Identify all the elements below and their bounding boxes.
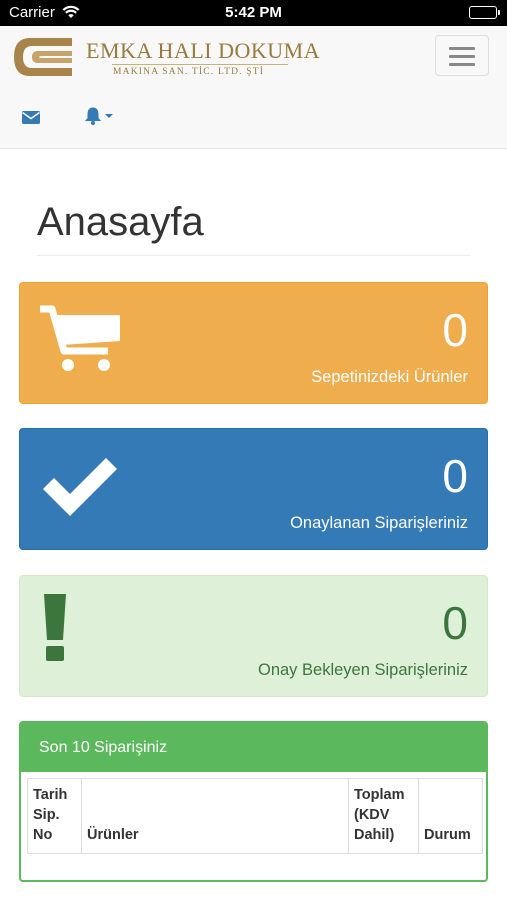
top-navbar: EMKA HALI DOKUMA MAKINA SAN. TİC. LTD. Ş… <box>0 26 507 149</box>
status-time: 5:42 PM <box>225 4 282 21</box>
pending-orders-label: Onay Bekleyen Siparişleriniz <box>257 661 468 679</box>
column-header-total[interactable]: Toplam (KDV Dahil) <box>348 778 419 854</box>
title-divider <box>37 255 471 256</box>
cart-panel[interactable]: 0 Sepetinizdeki Ürünler <box>19 282 488 404</box>
pending-orders-panel[interactable]: 0 Onay Bekleyen Siparişleriniz <box>19 575 488 697</box>
approved-orders-panel[interactable]: 0 Onaylanan Siparişleriniz <box>19 428 488 550</box>
page-title: Anasayfa <box>37 200 204 244</box>
orders-table: Tarih Sip. No Ürünler Toplam (KDV Dahil)… <box>27 778 483 854</box>
brand-logo[interactable]: EMKA HALI DOKUMA MAKINA SAN. TİC. LTD. Ş… <box>12 34 320 84</box>
table-header-row: Tarih Sip. No Ürünler Toplam (KDV Dahil)… <box>27 778 483 854</box>
approved-orders-label: Onaylanan Siparişleriniz <box>290 514 468 532</box>
column-header-date-order-no[interactable]: Tarih Sip. No <box>27 778 82 854</box>
menu-toggle-button[interactable] <box>435 35 489 76</box>
cart-count: 0 <box>442 304 468 356</box>
hamburger-icon <box>449 47 475 50</box>
status-bar: Carrier 5:42 PM <box>0 0 507 26</box>
exclamation-icon <box>44 594 66 661</box>
recent-orders-panel: Son 10 Siparişiniz Tarih Sip. No Ürünler… <box>19 721 488 882</box>
caret-down-icon <box>105 114 113 118</box>
battery-icon <box>469 6 500 19</box>
brand-name: EMKA HALI DOKUMA <box>86 38 321 63</box>
brand-subtitle: MAKINA SAN. TİC. LTD. ŞTİ <box>113 67 265 77</box>
envelope-icon[interactable] <box>21 109 41 125</box>
main-content: Anasayfa 0 Sepetinizdeki Ürünler 0 Onayl… <box>0 149 507 900</box>
approved-orders-count: 0 <box>442 450 468 502</box>
column-header-products[interactable]: Ürünler <box>81 778 349 854</box>
shopping-cart-icon <box>40 305 120 371</box>
recent-orders-title: Son 10 Siparişiniz <box>39 739 168 756</box>
recent-orders-heading: Son 10 Siparişiniz <box>21 723 486 772</box>
logo-mark-icon <box>14 38 72 76</box>
check-icon <box>43 458 117 516</box>
pending-orders-count: 0 <box>442 597 468 649</box>
cart-label: Sepetinizdeki Ürünler <box>311 368 468 386</box>
brand-divider <box>112 64 288 65</box>
column-header-status[interactable]: Durum <box>418 778 483 854</box>
bell-icon[interactable] <box>84 106 116 126</box>
